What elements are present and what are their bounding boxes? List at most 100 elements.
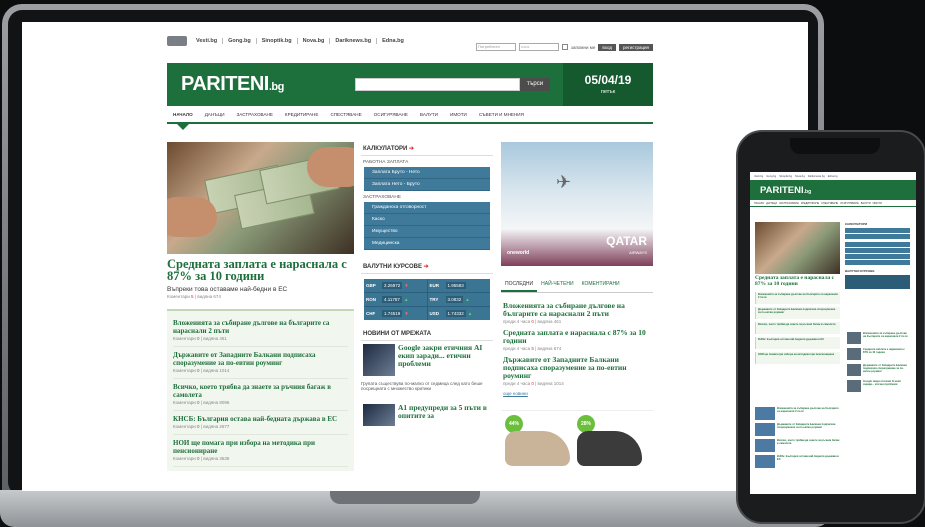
list-item[interactable]: Всичко, което трябва да знаете за ръчния… — [755, 439, 840, 452]
network-item[interactable]: Google закри етичния AI екип заради... е… — [361, 341, 493, 379]
remember-checkbox[interactable] — [561, 44, 568, 50]
nav-item-home[interactable]: НАЧАЛО — [167, 112, 199, 117]
rates-grid[interactable] — [845, 275, 910, 289]
calc-medical[interactable]: Медицинска — [364, 238, 490, 250]
site-logo[interactable]: PARITENI.bg — [760, 185, 811, 196]
news-thumbnail[interactable] — [363, 344, 395, 376]
nav-item-credit[interactable]: КРЕДИТИРАНЕ — [279, 112, 325, 117]
top-link[interactable]: Darikcnews.bg — [808, 175, 825, 178]
rate-item[interactable]: EUR 1.95583 — [427, 279, 490, 292]
hero-image[interactable] — [167, 142, 354, 254]
news-thumbnail[interactable] — [363, 404, 395, 426]
calc-property[interactable]: Имущество — [364, 226, 490, 238]
list-item[interactable]: Вложенията за събиране дългове на българ… — [847, 332, 910, 344]
article-title[interactable]: КНСБ: България остава най-бедната държав… — [173, 415, 348, 423]
nav-item-home[interactable]: НАЧАЛО — [754, 202, 764, 205]
ad-banner[interactable]: ✈ oneworld QATAR AIRWAYS — [501, 142, 653, 266]
comments-label[interactable]: Коментари — [173, 456, 196, 461]
phone-hero-image[interactable] — [755, 222, 840, 274]
calc-net-gross[interactable]: Заплата Нето - Бруто — [364, 179, 490, 191]
list-item[interactable]: Вложенията за събиране дългове на българ… — [755, 292, 840, 304]
calc-item[interactable] — [845, 248, 910, 253]
list-item[interactable]: КНСБ: България остава най-бедната държав… — [755, 455, 840, 468]
article-title[interactable]: Вложенията за събиране дългове на българ… — [173, 319, 348, 335]
top-link[interactable]: Edna.bg — [828, 175, 838, 178]
nav-item-savings[interactable]: СПЕСТЯВАНЕ — [324, 112, 367, 117]
comments-label[interactable]: Коментари — [173, 368, 196, 373]
rate-item[interactable]: CHF 1.74519 ▼ — [364, 307, 427, 320]
calc-gross-net[interactable]: Заплата Бруто - Нето — [364, 167, 490, 179]
list-item[interactable]: НОИ ще помага при избора на методика при… — [755, 352, 840, 364]
tab-most-read[interactable]: НАЙ-ЧЕТЕНИ — [537, 278, 577, 292]
nav-item-credit[interactable]: КРЕДИТИРАНЕ — [801, 202, 819, 205]
rate-item[interactable]: GBP 2.26972 ▼ — [364, 279, 427, 292]
top-link[interactable]: Gong.bg — [223, 38, 257, 44]
nav-item-currency[interactable]: ВАЛУТИ — [414, 112, 444, 117]
rate-item[interactable]: RON 4.11787 ▲ — [364, 293, 427, 306]
tab-latest[interactable]: ПОСЛЕДНИ — [501, 278, 538, 292]
top-link[interactable]: Sinoptik.bg — [779, 175, 792, 178]
shoe-ad[interactable]: 44% 28% — [501, 410, 653, 470]
comments-label[interactable]: Коментари — [173, 424, 196, 429]
article-title[interactable]: НОИ ще помага при избора на методика при… — [173, 439, 348, 455]
username-input[interactable]: Потребител — [475, 43, 516, 51]
nav-item-advice[interactable]: СЪВЕТИ И МНЕНИЯ — [473, 112, 530, 117]
article-title[interactable]: Държавите от Западните Балкани подписаха… — [173, 351, 348, 367]
top-link[interactable]: Vesti.bg — [754, 175, 763, 178]
calc-casco[interactable]: Каско — [364, 214, 490, 226]
nav-item-social[interactable]: ОСИГУРЯВАНЕ — [368, 112, 414, 117]
nav-item-taxes[interactable]: ДАНЪЦИ — [766, 202, 777, 205]
list-item[interactable]: Държавите от Западните Балкани подписаха… — [755, 307, 840, 319]
nav-item-currency[interactable]: ВАЛУТИ — [861, 202, 871, 205]
news-title[interactable]: Google закри етичния AI екип заради... е… — [398, 344, 491, 368]
list-item[interactable]: КНСБ: България остава най-бедната държав… — [755, 337, 840, 349]
rate-item[interactable]: USD 1.74332 ▲ — [427, 307, 490, 320]
comments-label[interactable]: Коментари — [173, 336, 196, 341]
nav-item-savings[interactable]: СПЕСТЯВАНЕ — [821, 202, 838, 205]
top-link[interactable]: Nova.bg — [298, 38, 331, 44]
search-button[interactable]: търси — [520, 78, 550, 91]
nav-item-property[interactable]: ИМОТИ — [873, 202, 882, 205]
news-title[interactable]: Държавите от Западните Балкани подписаха… — [503, 356, 651, 380]
nav-item-insurance[interactable]: ЗАСТРАХОВАНЕ — [231, 112, 279, 117]
password-input[interactable]: •••••• — [518, 43, 559, 51]
top-link[interactable]: Edna.bg — [377, 38, 409, 44]
register-button[interactable]: регистрация — [618, 43, 653, 51]
list-item[interactable]: Вложенията за събиране дългове на българ… — [755, 407, 840, 420]
news-title[interactable]: Вложенията за събиране дългове на българ… — [503, 302, 651, 318]
phone-hero-title[interactable]: Средната заплата е нараснала с 87% за 10… — [755, 275, 840, 287]
calc-item[interactable] — [845, 254, 910, 259]
nav-item-property[interactable]: ИМОТИ — [444, 112, 473, 117]
rate-item[interactable]: TRY 3.0832 ▲ — [427, 293, 490, 306]
top-link[interactable]: Gong.bg — [766, 175, 776, 178]
top-link[interactable]: Dariknews.bg — [330, 38, 378, 44]
comments-label[interactable]: Коментари — [173, 400, 196, 405]
tab-most-commented[interactable]: КОМЕНТИРАНИ — [578, 278, 624, 292]
site-logo[interactable]: PARITENI.bg — [181, 73, 284, 96]
article-title[interactable]: Всичко, което трябва да знаете за ръчния… — [173, 383, 348, 399]
news-title[interactable]: Средната заплата е нараснала с 87% за 10… — [503, 329, 651, 345]
comments-label[interactable]: Коментари — [167, 294, 190, 299]
hero-title[interactable]: Средната заплата е нараснала с 87% за 10… — [167, 258, 354, 283]
top-link[interactable]: Vesti.bg — [191, 38, 224, 44]
list-item[interactable]: Държавите от Западните Балкани подписаха… — [847, 364, 910, 376]
nav-item-insurance[interactable]: ЗАСТРАХОВАНЕ — [779, 202, 799, 205]
calc-item[interactable] — [845, 260, 910, 265]
more-news-link[interactable]: още новини — [503, 391, 651, 396]
calc-liability[interactable]: Гражданска отговорност — [364, 202, 490, 214]
calc-item[interactable] — [845, 228, 910, 233]
network-item[interactable]: A1 предупреди за 5 пъти в опитите за — [361, 401, 493, 429]
list-item[interactable]: Google закри етичния AI екип заради... е… — [847, 380, 910, 392]
top-link[interactable]: Sinoptik.bg — [257, 38, 298, 44]
nav-item-taxes[interactable]: ДАНЪЦИ — [199, 112, 231, 117]
login-button[interactable]: вход — [598, 43, 616, 51]
calc-item[interactable] — [845, 242, 910, 247]
list-item[interactable]: Всичко, което трябва да знаете за ръчния… — [755, 322, 840, 334]
nav-item-social[interactable]: ОСИГУРЯВАНЕ — [840, 202, 859, 205]
list-item[interactable]: Държавите от Западните Балкани подписаха… — [755, 423, 840, 436]
search-input[interactable] — [355, 78, 520, 91]
news-title[interactable]: A1 предупреди за 5 пъти в опитите за — [398, 404, 491, 426]
list-item[interactable]: Средната заплата е нараснала с 87% за 10… — [847, 348, 910, 360]
top-link[interactable]: Nova.bg — [795, 175, 805, 178]
calc-item[interactable] — [845, 234, 910, 239]
